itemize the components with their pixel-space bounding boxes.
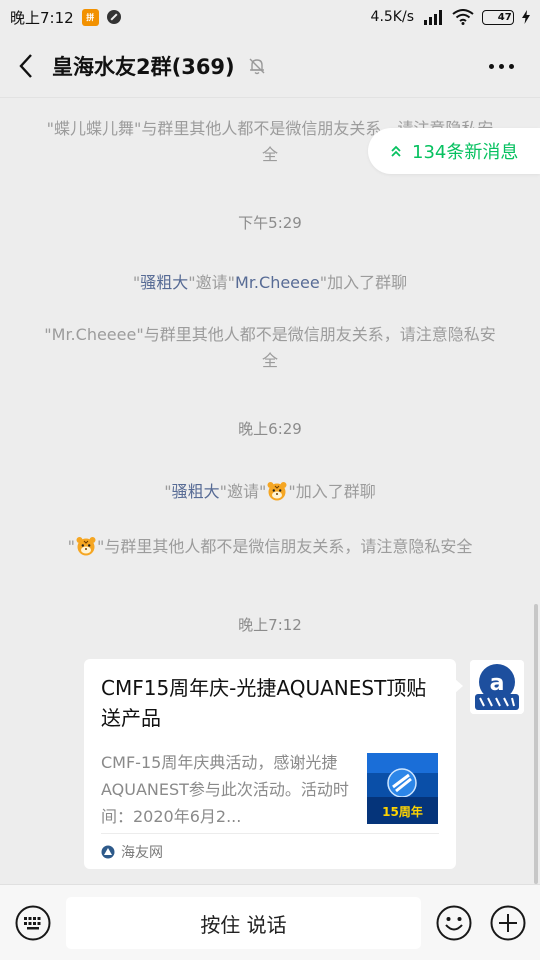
card-body: CMF-15周年庆典活动，感谢光捷AQUANEST参与此次活动。活动时间：202… (101, 749, 438, 831)
system-message: " "与群里其他人都不是微信朋友关系，请注意隐私安全 (67, 536, 473, 556)
svg-text:a: a (490, 671, 505, 696)
battery-level: 47 (497, 11, 512, 23)
member-name[interactable]: Mr.Cheeee (235, 273, 320, 292)
system-message: "骚粗大"邀请"Mr.Cheeee"加入了群聊 (132, 273, 408, 292)
input-bar: 按住 说话 (0, 884, 540, 960)
status-bar: 晚上7:12 拼 4.5K/s 47 (0, 0, 540, 34)
plus-icon[interactable] (490, 905, 526, 941)
chat-messages[interactable]: "蝶儿蝶儿舞"与群里其他人都不是微信朋友关系，请注意隐私安全 下午5:29 "骚… (0, 98, 540, 884)
status-right: 4.5K/s 47 (371, 9, 530, 25)
source-name: 海友网 (121, 844, 163, 861)
emoji-icon[interactable] (436, 905, 472, 941)
status-left: 晚上7:12 拼 (10, 7, 121, 28)
back-button[interactable] (0, 34, 52, 98)
card-thumbnail: 15周年 (367, 753, 438, 824)
chat-header: 皇海水友2群(369) (0, 34, 540, 98)
timestamp: 晚上6:29 (238, 420, 302, 438)
chat-title: 皇海水友2群(369) (52, 54, 235, 79)
avatar[interactable]: a (470, 660, 524, 714)
card-title: CMF15周年庆-光捷AQUANEST顶贴送产品 (101, 676, 427, 730)
link-card-message[interactable]: CMF15周年庆-光捷AQUANEST顶贴送产品 CMF-15周年庆典活动，感谢… (84, 659, 463, 869)
thumb-label: 15周年 (382, 804, 423, 819)
more-options-button[interactable] (476, 34, 526, 98)
new-messages-label: 134条新消息 (412, 142, 519, 163)
keyboard-voice-icon[interactable] (15, 905, 51, 941)
member-name[interactable]: 蝶儿蝶儿舞 (54, 119, 134, 138)
timestamp: 下午5:29 (238, 214, 302, 232)
network-speed: 4.5K/s (370, 9, 414, 25)
mute-bell-icon (249, 58, 265, 74)
more-dots-icon (488, 63, 494, 69)
timestamp: 晚上7:12 (238, 616, 302, 634)
card-description: CMF-15周年庆典活动，感谢光捷AQUANEST参与此次活动。活动时间：202… (101, 753, 349, 826)
source-logo-icon (101, 845, 115, 858)
double-chevron-up-icon (391, 145, 401, 157)
wifi-icon (452, 9, 474, 25)
new-messages-button[interactable]: 134条新消息 (368, 128, 540, 174)
member-name[interactable]: 骚粗大 (172, 482, 220, 501)
chat-scrollbar[interactable] (534, 604, 538, 884)
hold-to-talk-button[interactable]: 按住 说话 (66, 897, 421, 949)
system-message: "骚粗大"邀请" "加入了群聊 (164, 481, 376, 501)
tiger-emoji-icon[interactable] (75, 536, 97, 556)
charging-icon (522, 10, 530, 24)
back-arrow-icon (19, 53, 32, 78)
app-notification-icon: 拼 (81, 8, 99, 26)
battery-icon: 47 (482, 9, 514, 25)
do-not-disturb-icon (106, 10, 121, 24)
card-source: 海友网 (101, 833, 439, 869)
signal-icon (424, 10, 442, 25)
system-message: "Mr.Cheeee"与群里其他人都不是微信朋友关系，请注意隐私安全 (44, 325, 496, 370)
status-time: 晚上7:12 (10, 8, 74, 27)
tiger-emoji-icon[interactable] (266, 481, 288, 501)
member-name[interactable]: 骚粗大 (140, 273, 188, 292)
